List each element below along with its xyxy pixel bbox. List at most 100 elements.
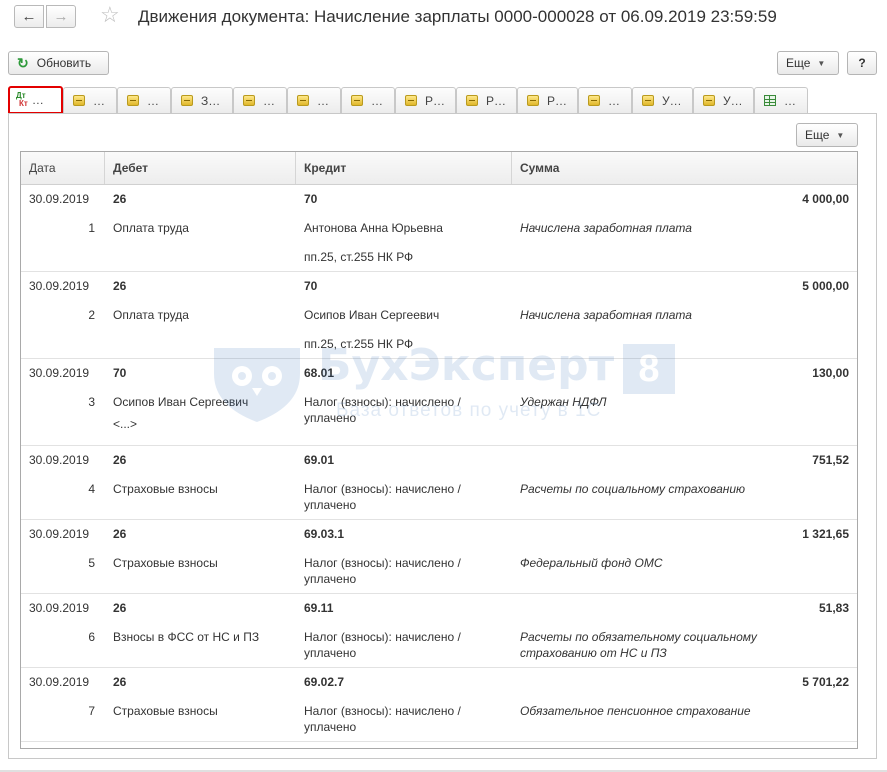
register-icon bbox=[243, 95, 255, 106]
cell-line-number: 7 bbox=[88, 704, 95, 718]
tab-label: … bbox=[93, 93, 105, 108]
table-body: 30.09.2019 26 70 4 000,00 1 Оплата труда Антон… bbox=[21, 185, 857, 742]
tab-11[interactable]: … bbox=[578, 87, 632, 113]
cell-debit-account: 70 bbox=[113, 366, 127, 380]
tab-label: … bbox=[31, 93, 44, 107]
column-header-debit[interactable]: Дебет bbox=[105, 152, 296, 184]
cell-debit-account: 26 bbox=[113, 527, 127, 541]
table-icon bbox=[764, 95, 776, 106]
register-icon bbox=[527, 95, 539, 106]
table-row[interactable]: 30.09.2019 26 69.11 51,83 6 Взносы в ФСС от Н… bbox=[21, 594, 857, 668]
tab-label: … bbox=[608, 93, 620, 108]
tab-label: … bbox=[371, 93, 383, 108]
table-more-button-label: Еще bbox=[805, 128, 830, 142]
cell-date: 30.09.2019 bbox=[29, 453, 90, 467]
cell-description: Удержан НДФЛ bbox=[520, 395, 607, 409]
table-row[interactable]: 30.09.2019 26 69.02.7 5 701,22 7 Страховые вз… bbox=[21, 668, 857, 742]
cell-description: Начислена заработная плата bbox=[520, 221, 692, 235]
cell-description: Расчеты по обязательному социальному стр… bbox=[520, 630, 757, 660]
postings-table: Дата Дебет Кредит Сумма 30.09.2019 26 70 4 … bbox=[20, 151, 858, 749]
table-more-button[interactable]: Еще ▼ bbox=[796, 123, 858, 147]
cell-credit-subconto: Налог (взносы): начислено / уплачено bbox=[304, 704, 461, 734]
tab-label: … bbox=[317, 93, 329, 108]
cell-credit-account: 69.11 bbox=[304, 601, 334, 615]
tab-4[interactable]: З… bbox=[171, 87, 233, 113]
refresh-icon: ↻ bbox=[17, 54, 29, 71]
refresh-button[interactable]: ↻ Обновить bbox=[8, 51, 109, 75]
tab-label: У… bbox=[723, 93, 743, 108]
tab-1[interactable]: Дт Кт… bbox=[8, 86, 63, 114]
arrow-left-icon: ← bbox=[21, 8, 37, 25]
tab-13[interactable]: У… bbox=[693, 87, 754, 113]
forward-button[interactable]: → bbox=[46, 5, 76, 28]
more-button[interactable]: Еще ▼ bbox=[777, 51, 839, 75]
cell-line-number: 2 bbox=[88, 308, 95, 322]
tab-label: Р… bbox=[486, 93, 507, 108]
cell-credit-subconto: Налог (взносы): начислено / уплачено bbox=[304, 482, 461, 512]
tab-7[interactable]: … bbox=[341, 87, 395, 113]
cell-amount: 4 000,00 bbox=[802, 192, 849, 206]
cell-debit-subconto: Страховые взносы bbox=[113, 482, 218, 496]
register-icon bbox=[588, 95, 600, 106]
tab-14[interactable]: … bbox=[754, 87, 808, 113]
register-icon bbox=[181, 95, 193, 106]
help-button-label: ? bbox=[858, 56, 866, 70]
refresh-button-label: Обновить bbox=[36, 56, 92, 70]
tab-label: З… bbox=[201, 93, 221, 108]
cell-debit-subconto: <...> bbox=[113, 417, 138, 431]
table-row[interactable]: 30.09.2019 26 69.03.1 1 321,65 5 Страховые вз… bbox=[21, 520, 857, 594]
cell-description: Обязательное пенсионное страхование bbox=[520, 704, 751, 718]
tab-9[interactable]: Р… bbox=[456, 87, 517, 113]
tab-label: У… bbox=[662, 93, 682, 108]
back-button[interactable]: ← bbox=[14, 5, 44, 28]
tab-5[interactable]: … bbox=[233, 87, 287, 113]
tab-10[interactable]: Р… bbox=[517, 87, 578, 113]
tab-2[interactable]: … bbox=[63, 87, 117, 113]
cell-date: 30.09.2019 bbox=[29, 366, 90, 380]
cell-debit-subconto: Страховые взносы bbox=[113, 556, 218, 570]
tab-8[interactable]: Р… bbox=[395, 87, 456, 113]
dt-kt-icon: Дт Кт bbox=[16, 91, 28, 108]
cell-debit-account: 26 bbox=[113, 192, 127, 206]
favorite-star-icon[interactable]: ☆ bbox=[100, 4, 120, 26]
column-header-credit[interactable]: Кредит bbox=[296, 152, 512, 184]
tab-label: … bbox=[263, 93, 275, 108]
cell-amount: 751,52 bbox=[812, 453, 849, 467]
cell-date: 30.09.2019 bbox=[29, 279, 90, 293]
cell-amount: 1 321,65 bbox=[802, 527, 849, 541]
cell-debit-account: 26 bbox=[113, 675, 127, 689]
cell-debit-subconto: Взносы в ФСС от НС и ПЗ bbox=[113, 630, 260, 644]
caret-down-icon: ▼ bbox=[817, 58, 826, 68]
cell-debit-subconto: Оплата труда bbox=[113, 221, 189, 235]
cell-credit-account: 68.01 bbox=[304, 366, 335, 380]
tab-label: Р… bbox=[425, 93, 446, 108]
cell-credit-subconto: пп.25, ст.255 НК РФ bbox=[304, 337, 414, 351]
command-bar: ↻ Обновить Еще ▼ ? bbox=[0, 50, 887, 80]
cell-date: 30.09.2019 bbox=[29, 601, 90, 615]
column-header-date[interactable]: Дата bbox=[21, 152, 105, 184]
register-tabs: Дт Кт……… З………… Р… Р… Р…… У… У…… bbox=[8, 86, 808, 114]
cell-line-number: 1 bbox=[88, 221, 95, 235]
table-row[interactable]: 30.09.2019 70 68.01 130,00 3 Осипов Иван Серг… bbox=[21, 359, 857, 446]
cell-amount: 130,00 bbox=[812, 366, 849, 380]
tab-6[interactable]: … bbox=[287, 87, 341, 113]
table-row[interactable]: 30.09.2019 26 70 5 000,00 2 Оплата труда Осипо… bbox=[21, 272, 857, 359]
column-header-sum[interactable]: Сумма bbox=[512, 152, 857, 184]
cell-debit-subconto: Оплата труда bbox=[113, 308, 189, 322]
table-row[interactable]: 30.09.2019 26 69.01 751,52 4 Страховые взносы… bbox=[21, 446, 857, 520]
tab-12[interactable]: У… bbox=[632, 87, 693, 113]
cell-line-number: 3 bbox=[88, 395, 95, 409]
cell-debit-subconto: Страховые взносы bbox=[113, 704, 218, 718]
cell-credit-subconto: Налог (взносы): начислено / уплачено bbox=[304, 395, 461, 425]
caret-down-icon: ▼ bbox=[836, 130, 845, 140]
tab-3[interactable]: … bbox=[117, 87, 171, 113]
tab-panel: Еще ▼ Дата Дебет Кредит Сумма 30.09.2019… bbox=[8, 113, 877, 759]
table-header: Дата Дебет Кредит Сумма bbox=[21, 152, 857, 185]
cell-credit-subconto: Налог (взносы): начислено / уплачено bbox=[304, 630, 461, 660]
cell-credit-account: 70 bbox=[304, 192, 318, 206]
help-button[interactable]: ? bbox=[847, 51, 877, 75]
title-bar: ← → ☆ Движения документа: Начисление зар… bbox=[0, 0, 887, 38]
cell-credit-account: 70 bbox=[304, 279, 318, 293]
table-row[interactable]: 30.09.2019 26 70 4 000,00 1 Оплата труда Антон… bbox=[21, 185, 857, 272]
cell-date: 30.09.2019 bbox=[29, 192, 90, 206]
